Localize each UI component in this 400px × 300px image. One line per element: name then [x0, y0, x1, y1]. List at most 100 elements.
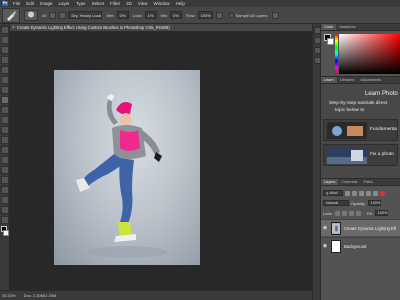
blend-preset-select[interactable]: Dry, Heavy Load: [68, 11, 103, 19]
type-filter-icon[interactable]: [359, 190, 364, 196]
airbrush-icon[interactable]: [215, 11, 223, 19]
menu-layer[interactable]: Layer: [56, 0, 73, 7]
clean-brush-icon[interactable]: [59, 11, 67, 19]
layer-row[interactable]: ◉ Background: [321, 237, 400, 254]
eye-icon[interactable]: ◉: [321, 225, 329, 231]
load-brush-icon[interactable]: [49, 11, 57, 19]
filter-toggle-icon[interactable]: [380, 190, 385, 196]
tab-paths[interactable]: Paths: [360, 179, 376, 185]
pressure-icon[interactable]: [271, 11, 279, 19]
lock-position-icon[interactable]: [348, 210, 354, 216]
tab-color[interactable]: Color: [321, 24, 337, 30]
layer-row[interactable]: ◉ Create Dynamic Lighting Eff...: [321, 219, 400, 236]
move-tool-icon[interactable]: [1, 26, 9, 34]
menu-window[interactable]: Window: [151, 0, 173, 7]
learn-card-fundamentals[interactable]: Fundamenta: [323, 119, 398, 141]
background-color-swatch[interactable]: [327, 38, 334, 45]
layer-filter-kind-select[interactable]: ⚲ Kind: [323, 190, 343, 196]
learn-panel-tabs: Learn Libraries Adjustments: [321, 77, 400, 84]
lock-all-icon[interactable]: [355, 210, 361, 216]
hue-slider[interactable]: [335, 34, 338, 74]
layer-name[interactable]: Create Dynamic Lighting Eff...: [344, 226, 396, 231]
menu-type[interactable]: Type: [73, 0, 89, 7]
lock-pixels-icon[interactable]: [341, 210, 347, 216]
crop-tool-icon[interactable]: [1, 66, 9, 74]
tab-swatches[interactable]: Swatches: [336, 24, 358, 30]
tab-channels[interactable]: Channels: [338, 179, 360, 185]
lock-transparency-icon[interactable]: [334, 210, 340, 216]
gradient-tool-icon[interactable]: [1, 136, 9, 144]
history-brush-tool-icon[interactable]: [1, 116, 9, 124]
background-color-swatch[interactable]: [3, 230, 9, 236]
tab-adjustments[interactable]: Adjustments: [357, 77, 384, 83]
lock-label: Lock:: [323, 210, 333, 216]
blend-row: Normal Opacity: 100%: [323, 199, 383, 207]
load-label: Load:: [132, 12, 143, 18]
fill-label: Fill:: [366, 210, 373, 216]
learn-card-label: Fundamenta: [370, 127, 397, 132]
eyedropper-tool-icon[interactable]: [1, 76, 9, 84]
panel-dock: [312, 24, 321, 300]
menu-image[interactable]: Image: [37, 0, 56, 7]
shape-filter-icon[interactable]: [366, 190, 371, 196]
properties-panel-icon[interactable]: [314, 37, 321, 44]
load-field[interactable]: 1%: [144, 11, 157, 19]
blend-mode-select[interactable]: Normal: [323, 200, 349, 206]
tab-layers[interactable]: Layers: [321, 179, 339, 185]
search-icon: ⚲: [326, 191, 329, 196]
document-tab[interactable]: × Create Dynamic Lighting Effect Using C…: [10, 24, 312, 32]
color-swatches-tool[interactable]: [0, 226, 10, 238]
wet-field[interactable]: 0%: [116, 11, 129, 19]
zoom-level[interactable]: 33.33%: [2, 293, 16, 298]
layer-name[interactable]: Background: [344, 244, 396, 249]
eye-icon[interactable]: ◉: [321, 243, 329, 249]
menu-filter[interactable]: Filter: [107, 0, 123, 7]
menu-edit[interactable]: Edit: [23, 0, 37, 7]
pixel-filter-icon[interactable]: [345, 190, 350, 196]
pen-tool-icon[interactable]: [1, 156, 9, 164]
flow-field[interactable]: 100%: [197, 11, 213, 19]
hand-tool-icon[interactable]: [1, 196, 9, 204]
learn-card-fix-photo[interactable]: Fix a photo: [323, 144, 398, 166]
brush-panel-icon[interactable]: [314, 47, 321, 54]
wet-label: Wet:: [106, 12, 115, 18]
menu-view[interactable]: View: [135, 0, 151, 7]
healing-tool-icon[interactable]: [1, 86, 9, 94]
lasso-tool-icon[interactable]: [1, 46, 9, 54]
zoom-tool-icon[interactable]: [1, 206, 9, 214]
eraser-tool-icon[interactable]: [1, 126, 9, 134]
clone-stamp-tool-icon[interactable]: [1, 106, 9, 114]
close-icon[interactable]: ×: [12, 25, 15, 31]
flow-label: Flow:: [185, 12, 196, 18]
menu-select[interactable]: Select: [89, 0, 108, 7]
more-tools-icon[interactable]: [1, 216, 9, 224]
options-bar: 45 Dry, Heavy Load Wet: 0% Load: 1% Mix:…: [0, 7, 400, 24]
sample-all-layers-checkbox[interactable]: [228, 12, 234, 18]
path-select-tool-icon[interactable]: [1, 176, 9, 184]
brush-tool-icon[interactable]: [1, 96, 9, 104]
quick-select-tool-icon[interactable]: [1, 56, 9, 64]
canvas-area[interactable]: [10, 32, 312, 290]
dodge-tool-icon[interactable]: [1, 146, 9, 154]
mix-field[interactable]: 0%: [169, 11, 182, 19]
type-tool-icon[interactable]: [1, 166, 9, 174]
document-image[interactable]: [54, 70, 200, 265]
smart-object-filter-icon[interactable]: [373, 190, 378, 196]
history-panel-icon[interactable]: [314, 27, 321, 34]
dancer-photo: [76, 94, 167, 258]
fix-photo-thumbnail: [327, 147, 367, 164]
opacity-field[interactable]: 100%: [367, 200, 381, 206]
color-picker-field[interactable]: [339, 34, 400, 74]
tab-learn[interactable]: Learn: [321, 77, 337, 83]
marquee-tool-icon[interactable]: [1, 36, 9, 44]
adjustment-filter-icon[interactable]: [352, 190, 357, 196]
menu-help[interactable]: Help: [173, 0, 188, 7]
menu-file[interactable]: File: [10, 0, 23, 7]
shape-tool-icon[interactable]: [1, 186, 9, 194]
fill-field[interactable]: 100%: [374, 210, 388, 216]
tool-preset-picker[interactable]: [2, 7, 20, 23]
character-panel-icon[interactable]: [314, 57, 321, 64]
tab-libraries[interactable]: Libraries: [337, 77, 358, 83]
menu-3d[interactable]: 3D: [123, 0, 135, 7]
brush-preset-picker[interactable]: [24, 9, 38, 21]
